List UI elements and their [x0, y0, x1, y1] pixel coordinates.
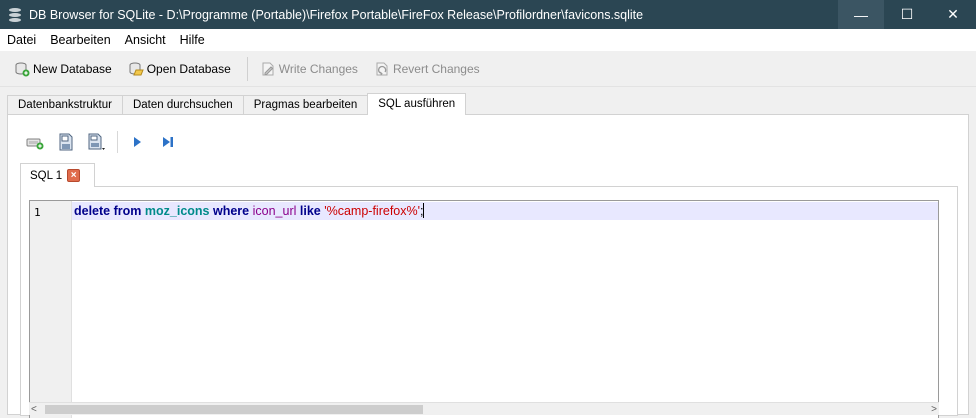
- minimize-button[interactable]: —: [838, 0, 884, 29]
- play-icon: [134, 137, 141, 147]
- open-database-button[interactable]: Open Database: [122, 56, 237, 82]
- string-literal: '%camp-firefox%': [324, 204, 420, 218]
- database-icon: [7, 7, 23, 23]
- write-changes-label: Write Changes: [278, 61, 358, 76]
- tab-edit-pragmas[interactable]: Pragmas bearbeiten: [242, 95, 369, 115]
- maximize-button[interactable]: ☐: [884, 0, 930, 29]
- sql-toolbar-separator: [117, 131, 118, 153]
- revert-changes-icon: [374, 61, 390, 77]
- close-button[interactable]: ✕: [930, 0, 976, 29]
- menu-bar: Datei Bearbeiten Ansicht Hilfe: [0, 29, 976, 51]
- tab-sql-1-label: SQL 1: [30, 169, 63, 182]
- play-line-icon: [163, 137, 173, 147]
- save-sql-file-button[interactable]: [86, 131, 108, 153]
- close-tab-icon[interactable]: ×: [67, 169, 81, 182]
- save-file-icon: [88, 133, 105, 150]
- revert-changes-button[interactable]: Revert Changes: [368, 56, 486, 82]
- tab-sql-1[interactable]: SQL 1 ×: [20, 163, 96, 187]
- execute-sql-panel: SQL 1 × 1 delete from moz_icons where ic…: [7, 114, 969, 418]
- keyword-from: from: [113, 204, 142, 218]
- line-number-gutter: 1: [30, 201, 72, 418]
- menu-help[interactable]: Hilfe: [173, 29, 212, 51]
- editor-pane: 1 delete from moz_icons where icon_url l…: [20, 186, 958, 418]
- new-database-icon: [14, 61, 30, 77]
- sql-toolbar: [24, 129, 188, 155]
- main-toolbar: New Database Open Database Write Changes…: [0, 51, 976, 87]
- open-database-icon: [128, 61, 144, 77]
- text-caret: [423, 203, 425, 218]
- code-line[interactable]: delete from moz_icons where icon_url lik…: [72, 202, 938, 220]
- keyword-like: like: [299, 204, 321, 218]
- line-number: 1: [34, 206, 41, 219]
- keyword-delete: delete: [74, 204, 111, 218]
- tab-database-structure[interactable]: Datenbankstruktur: [7, 95, 123, 115]
- sql-editor[interactable]: 1 delete from moz_icons where icon_url l…: [29, 200, 939, 418]
- write-changes-button[interactable]: Write Changes: [254, 56, 364, 82]
- open-file-icon: [59, 133, 73, 151]
- scroll-thumb[interactable]: [45, 405, 423, 414]
- execute-line-button[interactable]: [157, 131, 179, 153]
- horizontal-scrollbar[interactable]: < >: [29, 402, 939, 415]
- execute-all-button[interactable]: [126, 131, 148, 153]
- table-name: moz_icons: [144, 204, 210, 218]
- open-database-label: Open Database: [146, 61, 231, 76]
- open-sql-file-button[interactable]: [55, 131, 77, 153]
- column-name: icon_url: [252, 204, 297, 218]
- window-controls: — ☐ ✕: [838, 0, 976, 29]
- open-tab-icon: [26, 138, 44, 150]
- scroll-right-icon[interactable]: >: [931, 403, 937, 416]
- new-database-label: New Database: [33, 61, 112, 76]
- new-database-button[interactable]: New Database: [8, 56, 118, 82]
- title-bar: DB Browser for SQLite - D:\Programme (Po…: [0, 0, 976, 29]
- scroll-left-icon[interactable]: <: [31, 403, 37, 416]
- menu-edit[interactable]: Bearbeiten: [43, 29, 117, 51]
- window-title: DB Browser for SQLite - D:\Programme (Po…: [29, 7, 644, 22]
- menu-file[interactable]: Datei: [0, 29, 43, 51]
- main-tabs: Datenbankstruktur Daten durchsuchen Prag…: [7, 93, 467, 115]
- open-tab-button[interactable]: [24, 131, 46, 153]
- write-changes-icon: [260, 61, 276, 77]
- toolbar-separator: [246, 56, 248, 81]
- revert-changes-label: Revert Changes: [392, 61, 480, 76]
- menu-view[interactable]: Ansicht: [118, 29, 173, 51]
- tab-execute-sql[interactable]: SQL ausführen: [367, 93, 467, 115]
- keyword-where: where: [212, 204, 250, 218]
- editor-tabs: SQL 1 ×: [20, 163, 96, 187]
- tab-browse-data[interactable]: Daten durchsuchen: [121, 95, 244, 115]
